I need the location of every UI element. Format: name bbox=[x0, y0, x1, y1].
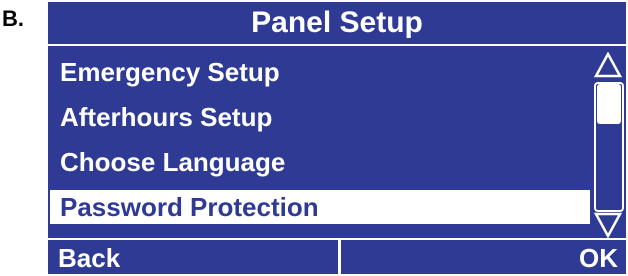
soft-key-divider bbox=[338, 240, 341, 274]
scrollbar-thumb[interactable] bbox=[597, 84, 621, 124]
ok-button[interactable]: OK bbox=[418, 240, 618, 274]
scroll-down-arrow-icon[interactable] bbox=[594, 212, 622, 238]
back-button[interactable]: Back bbox=[58, 240, 328, 274]
menu-item-choose-language[interactable]: Choose Language bbox=[50, 140, 590, 184]
panel-setup-screen: Panel Setup Emergency Setup Afterhours S… bbox=[48, 2, 626, 274]
menu-scrollbar[interactable] bbox=[594, 52, 624, 238]
figure-label: B. bbox=[2, 6, 24, 31]
scroll-up-arrow-icon[interactable] bbox=[594, 52, 622, 78]
menu-item-emergency-setup[interactable]: Emergency Setup bbox=[50, 50, 590, 94]
soft-key-bar: Back OK bbox=[48, 238, 626, 274]
menu-item-password-protection[interactable]: Password Protection bbox=[50, 190, 590, 224]
setup-menu: Emergency Setup Afterhours Setup Choose … bbox=[50, 50, 590, 225]
screen-title: Panel Setup bbox=[48, 2, 626, 46]
menu-item-afterhours-setup[interactable]: Afterhours Setup bbox=[50, 95, 590, 139]
scrollbar-track[interactable] bbox=[594, 82, 624, 212]
